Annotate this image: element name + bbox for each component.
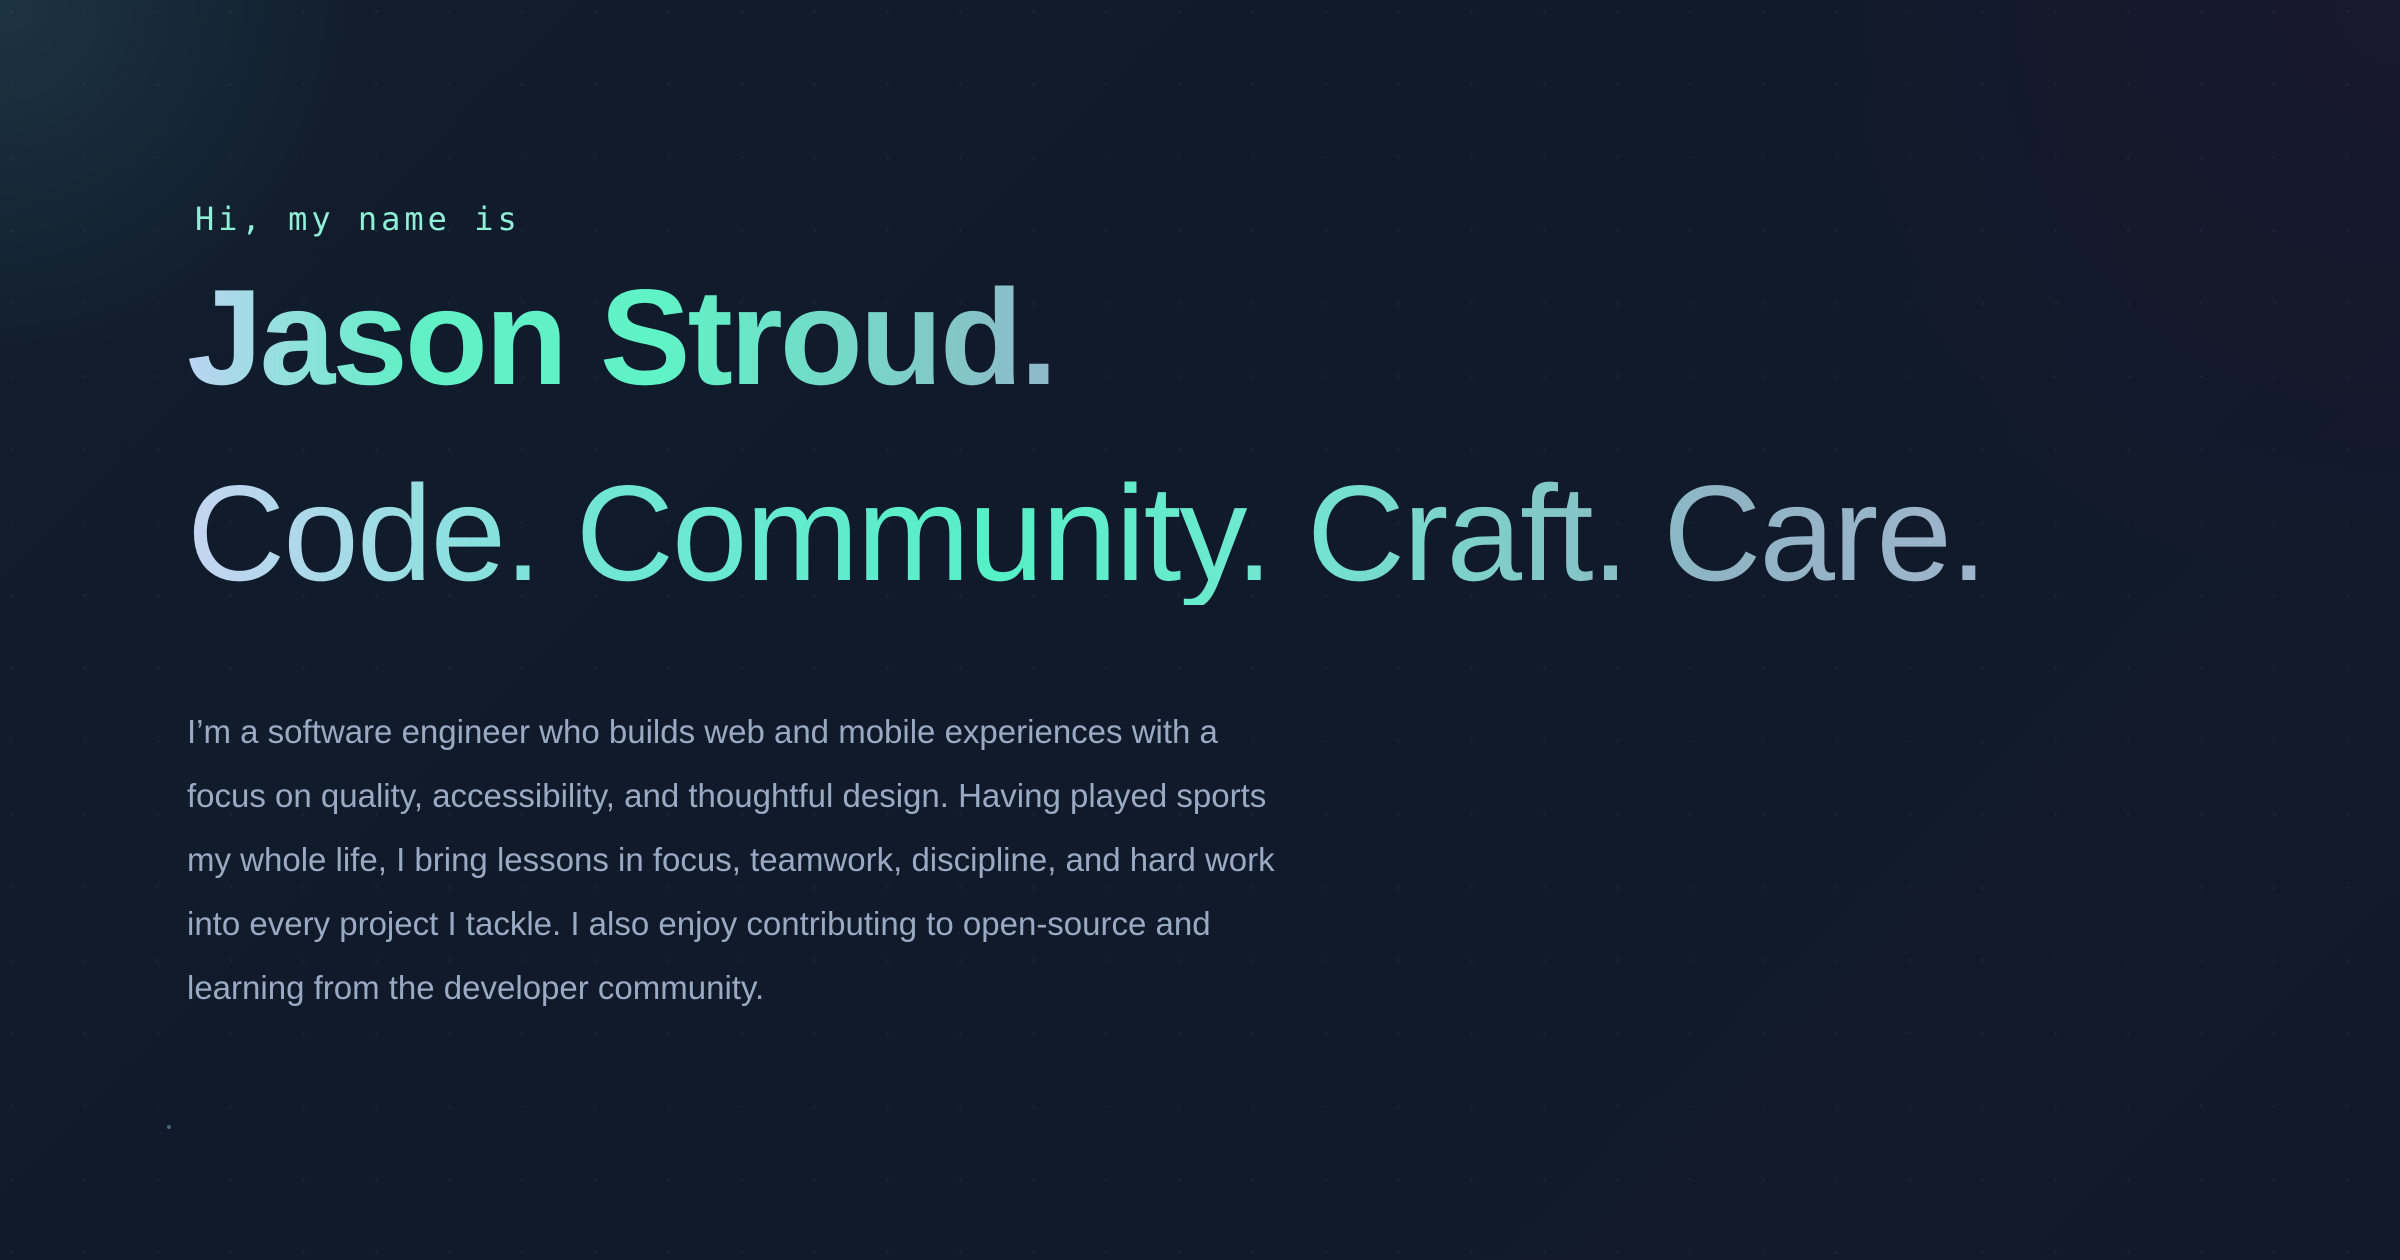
- background-dot-grid: [0, 0, 2400, 1260]
- greeting-text: Hi, my name is: [195, 200, 521, 238]
- hero-bio: I’m a software engineer who builds web a…: [187, 713, 1275, 1006]
- cursor-dot: [167, 1125, 171, 1129]
- hero-tagline: Code. Community. Craft. Care.: [187, 457, 1988, 609]
- hero-name: Jason Stroud.: [187, 261, 1058, 413]
